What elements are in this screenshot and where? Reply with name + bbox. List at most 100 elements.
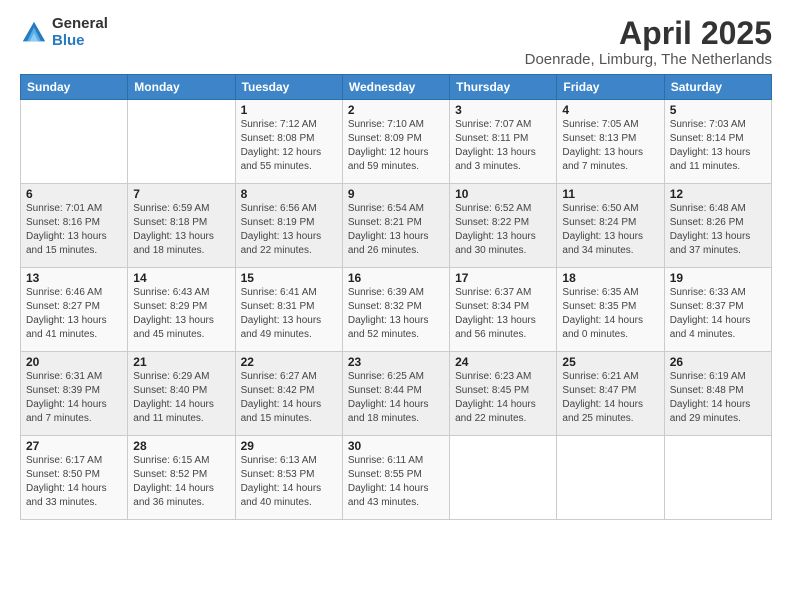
header: General Blue April 2025 Doenrade, Limbur… <box>20 16 772 68</box>
calendar-cell: 29Sunrise: 6:13 AM Sunset: 8:53 PM Dayli… <box>235 436 342 520</box>
calendar-cell: 28Sunrise: 6:15 AM Sunset: 8:52 PM Dayli… <box>128 436 235 520</box>
calendar-cell: 3Sunrise: 7:07 AM Sunset: 8:11 PM Daylig… <box>450 100 557 184</box>
calendar-cell: 5Sunrise: 7:03 AM Sunset: 8:14 PM Daylig… <box>664 100 771 184</box>
calendar-header-monday: Monday <box>128 75 235 100</box>
day-number: 22 <box>241 355 337 369</box>
day-number: 18 <box>562 271 658 285</box>
calendar-cell: 13Sunrise: 6:46 AM Sunset: 8:27 PM Dayli… <box>21 268 128 352</box>
calendar-cell <box>664 436 771 520</box>
day-number: 30 <box>348 439 444 453</box>
day-number: 20 <box>26 355 122 369</box>
calendar-cell: 24Sunrise: 6:23 AM Sunset: 8:45 PM Dayli… <box>450 352 557 436</box>
calendar-week-3: 13Sunrise: 6:46 AM Sunset: 8:27 PM Dayli… <box>21 268 772 352</box>
calendar-cell <box>557 436 664 520</box>
day-info: Sunrise: 6:43 AM Sunset: 8:29 PM Dayligh… <box>133 286 229 342</box>
day-number: 27 <box>26 439 122 453</box>
calendar-table: SundayMondayTuesdayWednesdayThursdayFrid… <box>20 74 772 520</box>
day-number: 3 <box>455 103 551 117</box>
day-number: 6 <box>26 187 122 201</box>
day-info: Sunrise: 7:05 AM Sunset: 8:13 PM Dayligh… <box>562 118 658 174</box>
day-number: 10 <box>455 187 551 201</box>
day-info: Sunrise: 6:13 AM Sunset: 8:53 PM Dayligh… <box>241 454 337 510</box>
calendar-cell: 17Sunrise: 6:37 AM Sunset: 8:34 PM Dayli… <box>450 268 557 352</box>
calendar-cell: 23Sunrise: 6:25 AM Sunset: 8:44 PM Dayli… <box>342 352 449 436</box>
day-number: 28 <box>133 439 229 453</box>
day-number: 13 <box>26 271 122 285</box>
day-number: 23 <box>348 355 444 369</box>
calendar-cell: 10Sunrise: 6:52 AM Sunset: 8:22 PM Dayli… <box>450 184 557 268</box>
calendar-week-5: 27Sunrise: 6:17 AM Sunset: 8:50 PM Dayli… <box>21 436 772 520</box>
calendar-cell: 6Sunrise: 7:01 AM Sunset: 8:16 PM Daylig… <box>21 184 128 268</box>
day-number: 11 <box>562 187 658 201</box>
calendar-cell: 30Sunrise: 6:11 AM Sunset: 8:55 PM Dayli… <box>342 436 449 520</box>
calendar-header-sunday: Sunday <box>21 75 128 100</box>
day-info: Sunrise: 6:52 AM Sunset: 8:22 PM Dayligh… <box>455 202 551 258</box>
day-number: 9 <box>348 187 444 201</box>
day-info: Sunrise: 6:54 AM Sunset: 8:21 PM Dayligh… <box>348 202 444 258</box>
calendar-cell: 20Sunrise: 6:31 AM Sunset: 8:39 PM Dayli… <box>21 352 128 436</box>
day-info: Sunrise: 6:56 AM Sunset: 8:19 PM Dayligh… <box>241 202 337 258</box>
day-number: 8 <box>241 187 337 201</box>
day-number: 12 <box>670 187 766 201</box>
day-number: 2 <box>348 103 444 117</box>
day-info: Sunrise: 6:29 AM Sunset: 8:40 PM Dayligh… <box>133 370 229 426</box>
title-block: April 2025 Doenrade, Limburg, The Nether… <box>525 16 772 68</box>
calendar-header-friday: Friday <box>557 75 664 100</box>
day-info: Sunrise: 6:39 AM Sunset: 8:32 PM Dayligh… <box>348 286 444 342</box>
subtitle: Doenrade, Limburg, The Netherlands <box>525 51 772 68</box>
day-info: Sunrise: 6:46 AM Sunset: 8:27 PM Dayligh… <box>26 286 122 342</box>
calendar-cell: 25Sunrise: 6:21 AM Sunset: 8:47 PM Dayli… <box>557 352 664 436</box>
day-number: 16 <box>348 271 444 285</box>
calendar-week-2: 6Sunrise: 7:01 AM Sunset: 8:16 PM Daylig… <box>21 184 772 268</box>
day-info: Sunrise: 7:10 AM Sunset: 8:09 PM Dayligh… <box>348 118 444 174</box>
calendar-cell: 16Sunrise: 6:39 AM Sunset: 8:32 PM Dayli… <box>342 268 449 352</box>
calendar-cell: 18Sunrise: 6:35 AM Sunset: 8:35 PM Dayli… <box>557 268 664 352</box>
day-info: Sunrise: 6:31 AM Sunset: 8:39 PM Dayligh… <box>26 370 122 426</box>
logo-general: General <box>52 16 108 33</box>
day-number: 29 <box>241 439 337 453</box>
day-number: 14 <box>133 271 229 285</box>
day-number: 1 <box>241 103 337 117</box>
day-info: Sunrise: 6:27 AM Sunset: 8:42 PM Dayligh… <box>241 370 337 426</box>
day-number: 21 <box>133 355 229 369</box>
day-info: Sunrise: 6:35 AM Sunset: 8:35 PM Dayligh… <box>562 286 658 342</box>
day-number: 15 <box>241 271 337 285</box>
day-info: Sunrise: 7:12 AM Sunset: 8:08 PM Dayligh… <box>241 118 337 174</box>
day-info: Sunrise: 6:11 AM Sunset: 8:55 PM Dayligh… <box>348 454 444 510</box>
day-info: Sunrise: 7:07 AM Sunset: 8:11 PM Dayligh… <box>455 118 551 174</box>
calendar-cell: 9Sunrise: 6:54 AM Sunset: 8:21 PM Daylig… <box>342 184 449 268</box>
day-info: Sunrise: 6:25 AM Sunset: 8:44 PM Dayligh… <box>348 370 444 426</box>
day-number: 5 <box>670 103 766 117</box>
calendar-cell <box>450 436 557 520</box>
day-info: Sunrise: 6:17 AM Sunset: 8:50 PM Dayligh… <box>26 454 122 510</box>
day-info: Sunrise: 6:48 AM Sunset: 8:26 PM Dayligh… <box>670 202 766 258</box>
main-title: April 2025 <box>525 16 772 51</box>
day-number: 26 <box>670 355 766 369</box>
day-info: Sunrise: 6:50 AM Sunset: 8:24 PM Dayligh… <box>562 202 658 258</box>
day-number: 17 <box>455 271 551 285</box>
calendar-cell: 7Sunrise: 6:59 AM Sunset: 8:18 PM Daylig… <box>128 184 235 268</box>
calendar-cell: 26Sunrise: 6:19 AM Sunset: 8:48 PM Dayli… <box>664 352 771 436</box>
day-info: Sunrise: 7:01 AM Sunset: 8:16 PM Dayligh… <box>26 202 122 258</box>
page: General Blue April 2025 Doenrade, Limbur… <box>0 0 792 612</box>
day-info: Sunrise: 6:41 AM Sunset: 8:31 PM Dayligh… <box>241 286 337 342</box>
calendar-week-4: 20Sunrise: 6:31 AM Sunset: 8:39 PM Dayli… <box>21 352 772 436</box>
day-number: 24 <box>455 355 551 369</box>
day-number: 25 <box>562 355 658 369</box>
calendar-header-saturday: Saturday <box>664 75 771 100</box>
calendar-cell: 27Sunrise: 6:17 AM Sunset: 8:50 PM Dayli… <box>21 436 128 520</box>
calendar-cell: 1Sunrise: 7:12 AM Sunset: 8:08 PM Daylig… <box>235 100 342 184</box>
calendar-cell: 2Sunrise: 7:10 AM Sunset: 8:09 PM Daylig… <box>342 100 449 184</box>
day-info: Sunrise: 6:33 AM Sunset: 8:37 PM Dayligh… <box>670 286 766 342</box>
day-info: Sunrise: 6:59 AM Sunset: 8:18 PM Dayligh… <box>133 202 229 258</box>
day-number: 7 <box>133 187 229 201</box>
logo-blue: Blue <box>52 33 108 50</box>
logo-icon <box>20 19 48 47</box>
calendar-cell <box>128 100 235 184</box>
calendar-cell: 19Sunrise: 6:33 AM Sunset: 8:37 PM Dayli… <box>664 268 771 352</box>
calendar-cell: 11Sunrise: 6:50 AM Sunset: 8:24 PM Dayli… <box>557 184 664 268</box>
calendar-cell: 8Sunrise: 6:56 AM Sunset: 8:19 PM Daylig… <box>235 184 342 268</box>
day-info: Sunrise: 6:23 AM Sunset: 8:45 PM Dayligh… <box>455 370 551 426</box>
calendar-cell: 21Sunrise: 6:29 AM Sunset: 8:40 PM Dayli… <box>128 352 235 436</box>
day-info: Sunrise: 6:19 AM Sunset: 8:48 PM Dayligh… <box>670 370 766 426</box>
